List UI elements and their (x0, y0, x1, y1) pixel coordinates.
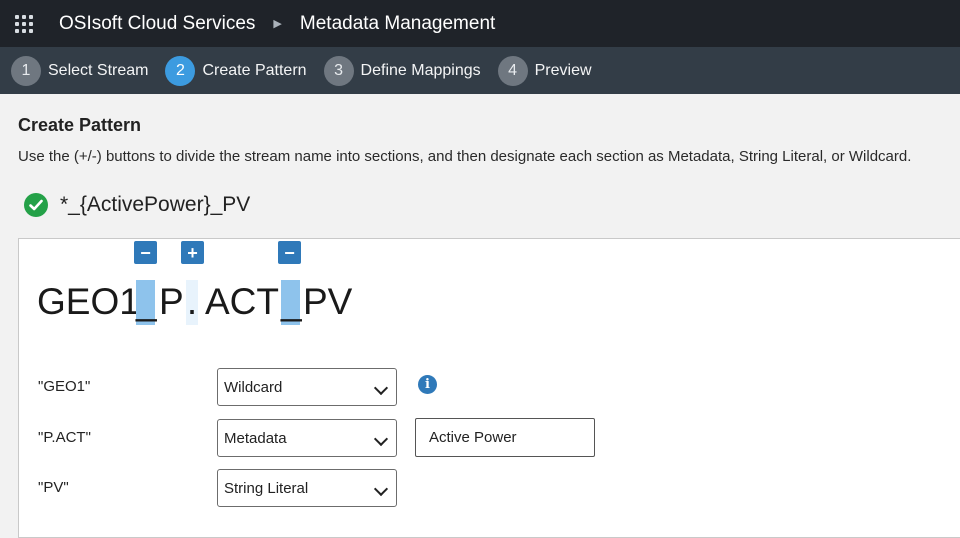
step-label: Create Pattern (202, 61, 307, 79)
step-number: 4 (497, 55, 528, 86)
brand-title[interactable]: OSIsoft Cloud Services (59, 13, 255, 35)
instructions-text: Use the (+/-) buttons to divide the stre… (18, 148, 912, 165)
section-type-select-pv[interactable]: String Literal (217, 469, 397, 507)
valid-check-icon (24, 193, 48, 217)
merge-section-button-2[interactable]: − (278, 241, 301, 264)
step-label: Select Stream (48, 61, 149, 79)
select-value: String Literal (224, 479, 309, 497)
step-number: 3 (323, 55, 354, 86)
metadata-name-input[interactable] (415, 418, 595, 457)
stream-segment-p: P (159, 281, 184, 322)
step-preview[interactable]: 4 Preview (497, 55, 592, 86)
step-number: 2 (165, 55, 196, 86)
section-label-pv: "PV" (38, 479, 69, 496)
chevron-down-icon (373, 380, 389, 396)
separator-selected[interactable]: _ (281, 280, 302, 325)
page-title: Metadata Management (299, 12, 496, 34)
wizard-steps: 1 Select Stream 2 Create Pattern 3 Defin… (0, 47, 960, 94)
pattern-status: *_{ActivePower}_PV (24, 193, 250, 217)
separator-unselected[interactable]: . (186, 280, 198, 325)
pattern-expression: *_{ActivePower}_PV (60, 193, 251, 216)
select-value: Metadata (224, 429, 287, 447)
section-type-select-geo1[interactable]: Wildcard (217, 368, 397, 406)
split-section-button[interactable]: + (181, 241, 204, 264)
step-select-stream[interactable]: 1 Select Stream (11, 55, 149, 86)
step-number: 1 (11, 55, 41, 86)
app-grid-icon[interactable] (15, 14, 33, 33)
section-label-geo1: "GEO1" (38, 378, 91, 395)
select-value: Wildcard (224, 378, 283, 396)
chevron-down-icon (373, 431, 389, 447)
stream-segment-act: ACT (205, 281, 279, 322)
section-type-select-pact[interactable]: Metadata (217, 419, 397, 457)
separator-selected[interactable]: _ (136, 280, 157, 325)
stream-segment-geo1: GEO1 (37, 281, 140, 322)
section-heading: Create Pattern (18, 115, 142, 135)
step-label: Define Mappings (360, 61, 481, 79)
step-create-pattern[interactable]: 2 Create Pattern (165, 55, 307, 86)
top-bar: OSIsoft Cloud Services ▶ Metadata Manage… (0, 0, 960, 47)
section-label-pact: "P.ACT" (38, 429, 91, 446)
step-label: Preview (534, 61, 592, 79)
chevron-down-icon (373, 481, 389, 497)
info-icon[interactable]: i (418, 375, 437, 394)
stream-segment-pv: PV (303, 281, 353, 322)
breadcrumb-separator-icon: ▶ (273, 18, 282, 30)
merge-section-button-1[interactable]: − (134, 241, 157, 264)
step-define-mappings[interactable]: 3 Define Mappings (323, 55, 481, 86)
